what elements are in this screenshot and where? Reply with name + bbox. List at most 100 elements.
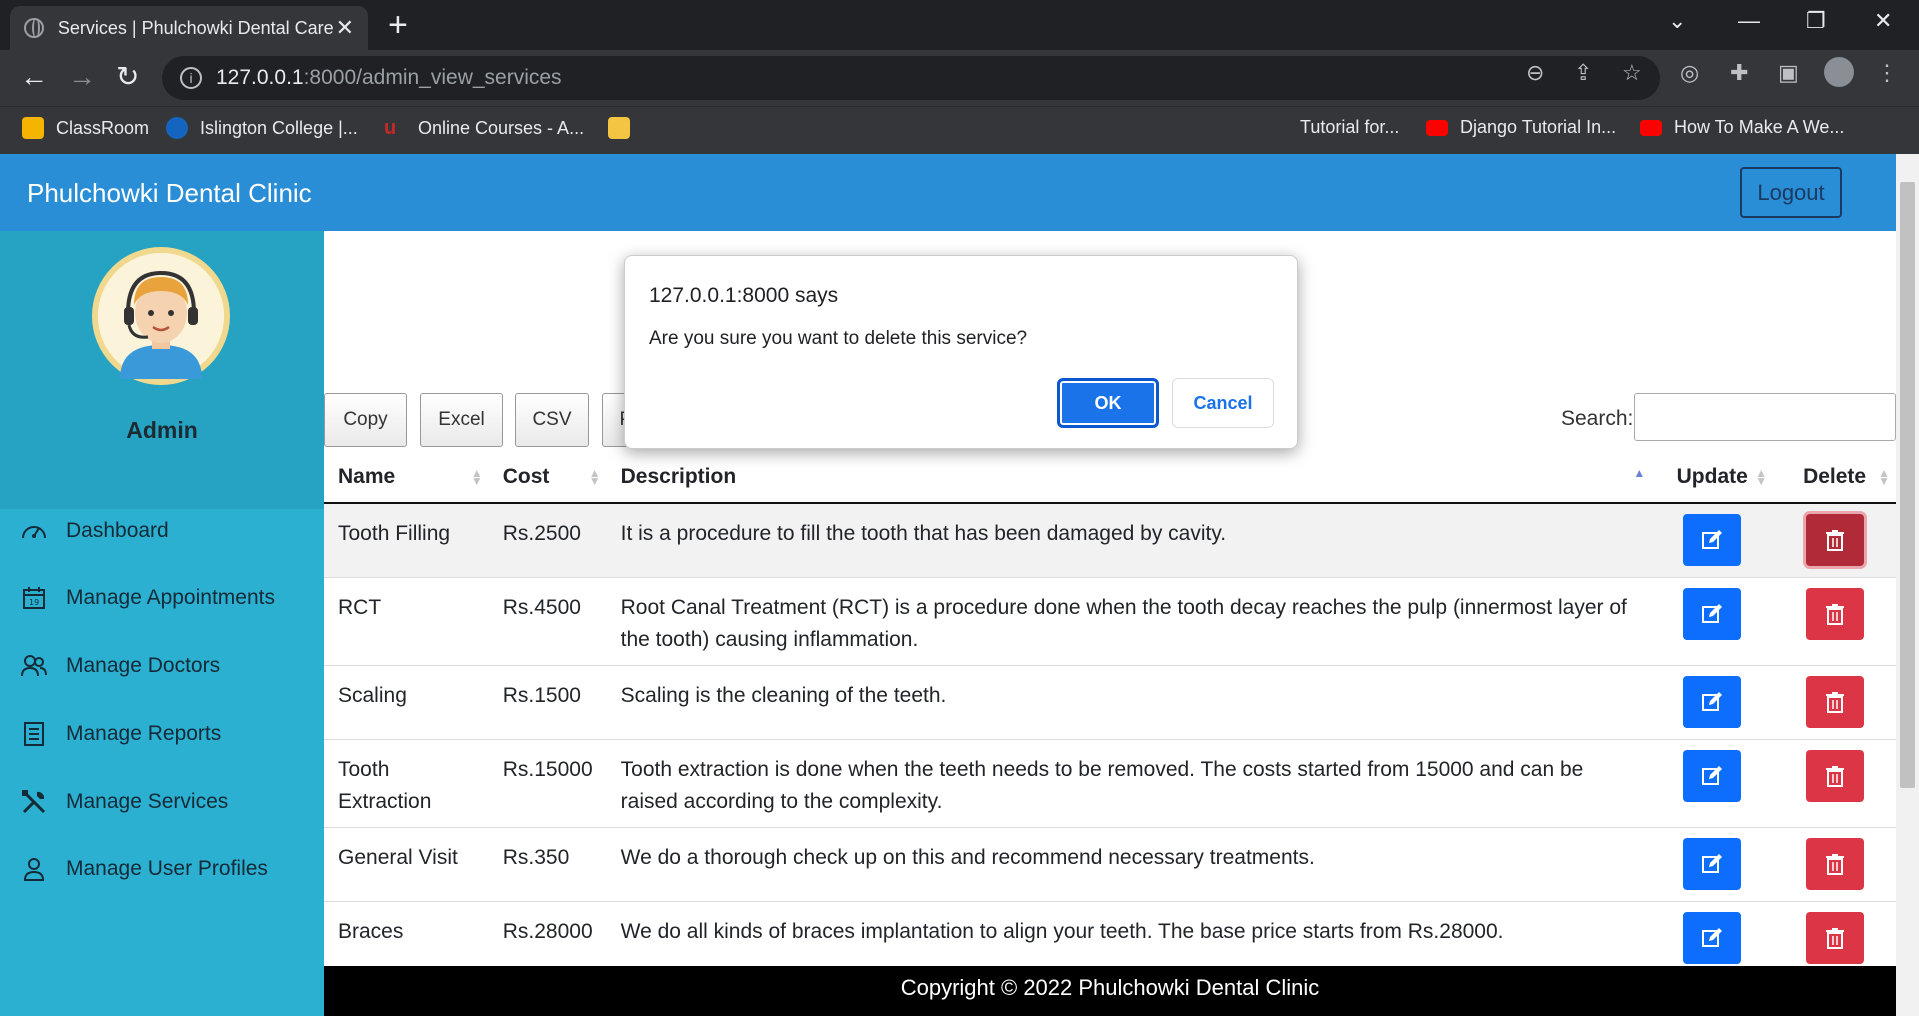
sidebar-item-reports[interactable]: Manage Reports [20,720,221,748]
extensions-puzzle-icon[interactable]: ✚ [1730,60,1748,86]
bookmark-udemy[interactable]: u Online Courses - A... [384,117,584,139]
trash-icon [1825,530,1844,551]
trash-icon [1825,927,1844,949]
excel-button[interactable]: Excel [420,393,503,447]
scrollbar-thumb[interactable] [1900,182,1915,788]
report-icon [20,720,48,748]
update-button[interactable] [1683,749,1742,802]
logout-button[interactable]: Logout [1740,167,1842,218]
table-row: Tooth Filling Rs.2500 It is a procedure … [324,502,1896,577]
services-table: Name ▲ ▼ Cost ▲ ▼ Description ▲ Update ▲ ▼ Dele… [324,451,1896,975]
sidebar-item-appointments[interactable]: 19 Manage Appointments [20,584,275,612]
browser-tab[interactable]: Services | Phulchowki Dental Care ✕ [10,6,368,50]
update-button[interactable] [1683,675,1742,728]
url-text: 127.0.0.1:8000/admin_view_services [216,66,562,89]
people-icon [20,652,48,680]
service-cost: Rs.1500 [488,664,607,739]
sidebar-item-doctors[interactable]: Manage Doctors [20,652,220,680]
cancel-button[interactable]: Cancel [1172,378,1274,428]
sidebar-item-user-profiles[interactable]: Manage User Profiles [20,855,268,883]
sidebar-item-services[interactable]: Manage Services [20,788,228,816]
search-label: Search: [1561,407,1634,430]
admin-name: Admin [126,417,198,443]
address-bar[interactable]: i 127.0.0.1:8000/admin_view_services [162,56,1660,100]
edit-icon [1702,530,1723,549]
update-button[interactable] [1683,514,1742,566]
bookmark-folder[interactable] [608,117,642,139]
svg-text:19: 19 [29,598,39,607]
service-cost: Rs.4500 [488,576,607,665]
dashboard-icon [20,517,48,545]
table-row: General Visit Rs.350 We do a thorough ch… [324,826,1896,901]
service-description: We do all kinds of braces implantation t… [606,900,1652,975]
delete-button[interactable] [1805,514,1864,566]
search-input[interactable] [1634,393,1896,441]
side-panel-icon[interactable]: ▣ [1778,60,1799,86]
bookmark-star-icon[interactable]: ☆ [1622,60,1642,86]
delete-button[interactable] [1805,587,1864,640]
bookmarks-bar: ClassRoom Islington College |... u Onlin… [0,106,1919,154]
column-header-name[interactable]: Name ▲ ▼ [324,451,489,504]
profile-avatar-icon[interactable] [1824,57,1854,87]
delete-button[interactable] [1805,675,1864,728]
delete-button[interactable] [1805,749,1864,802]
service-name: Braces [324,900,489,975]
ok-button[interactable]: OK [1057,378,1159,428]
islington-icon [166,117,188,139]
edit-icon [1702,927,1723,947]
share-icon[interactable]: ⇪ [1574,60,1592,86]
udemy-icon: u [384,117,397,139]
service-description: Root Canal Treatment (RCT) is a procedur… [606,576,1652,665]
tab-search-icon[interactable]: ⌄ [1668,8,1686,34]
forward-button[interactable]: → [68,62,96,92]
copy-button[interactable]: Copy [324,393,407,447]
bookmark-islington[interactable]: Islington College |... [166,117,358,139]
edit-icon [1702,603,1723,623]
sort-icon: ▲ ▼ [1878,466,1890,488]
close-tab-icon[interactable]: ✕ [336,15,354,41]
globe-icon [24,18,44,38]
top-navbar: Phulchowki Dental Clinic Logout [0,154,1896,231]
page-scrollbar[interactable] [1896,154,1919,1016]
table-row: Tooth Extraction Rs.15000 Tooth extracti… [324,738,1896,827]
column-header-update[interactable]: Update ▲ ▼ [1651,451,1774,504]
update-button[interactable] [1683,587,1742,640]
tab-title: Services | Phulchowki Dental Care [57,17,334,38]
calendar-icon: 19 [20,584,48,612]
edit-icon [1702,853,1723,873]
column-header-description[interactable]: Description ▲ [606,451,1652,504]
bookmark-classroom[interactable]: ClassRoom [22,117,149,139]
close-window-button[interactable]: ✕ [1874,8,1892,34]
update-button[interactable] [1683,911,1742,964]
service-description: We do a thorough check up on this and re… [606,826,1652,901]
service-name: Tooth Extraction [324,738,489,827]
update-button[interactable] [1683,837,1742,890]
minimize-button[interactable]: — [1738,8,1760,34]
column-header-cost[interactable]: Cost ▲ ▼ [488,451,607,504]
trash-icon [1825,765,1844,787]
sort-ascending-icon: ▲ [1633,466,1646,480]
admin-avatar [92,247,230,385]
delete-button[interactable] [1805,911,1864,964]
dialog-message: Are you sure you want to delete this ser… [649,328,1028,349]
restore-button[interactable]: ❐ [1806,8,1826,34]
csv-button[interactable]: CSV [515,393,589,447]
sort-icon: ▲ ▼ [588,466,601,488]
browser-toolbar: ← → ↻ i 127.0.0.1:8000/admin_view_servic… [0,50,1919,106]
service-name: Scaling [324,664,489,739]
reload-button[interactable]: ↻ [116,62,139,92]
extension-glasses-icon[interactable]: ◎ [1680,60,1699,86]
browser-menu-icon[interactable]: ⋮ [1876,60,1898,86]
sidebar-item-dashboard[interactable]: Dashboard [20,517,169,545]
column-header-delete[interactable]: Delete ▲ ▼ [1773,451,1896,504]
bookmark-django-tutorial[interactable]: Django Tutorial In... [1426,117,1616,138]
site-info-icon[interactable]: i [180,67,202,89]
delete-button[interactable] [1805,837,1864,890]
back-button[interactable]: ← [20,62,48,92]
brand-title[interactable]: Phulchowki Dental Clinic [27,178,312,209]
service-description: Scaling is the cleaning of the teeth. [606,664,1652,739]
bookmark-how-to-make[interactable]: How To Make A We... [1640,117,1844,138]
zoom-icon[interactable]: ⊖ [1526,60,1544,86]
bookmark-tutorial[interactable]: Tutorial for... [1300,117,1399,138]
new-tab-button[interactable]: + [388,8,408,42]
